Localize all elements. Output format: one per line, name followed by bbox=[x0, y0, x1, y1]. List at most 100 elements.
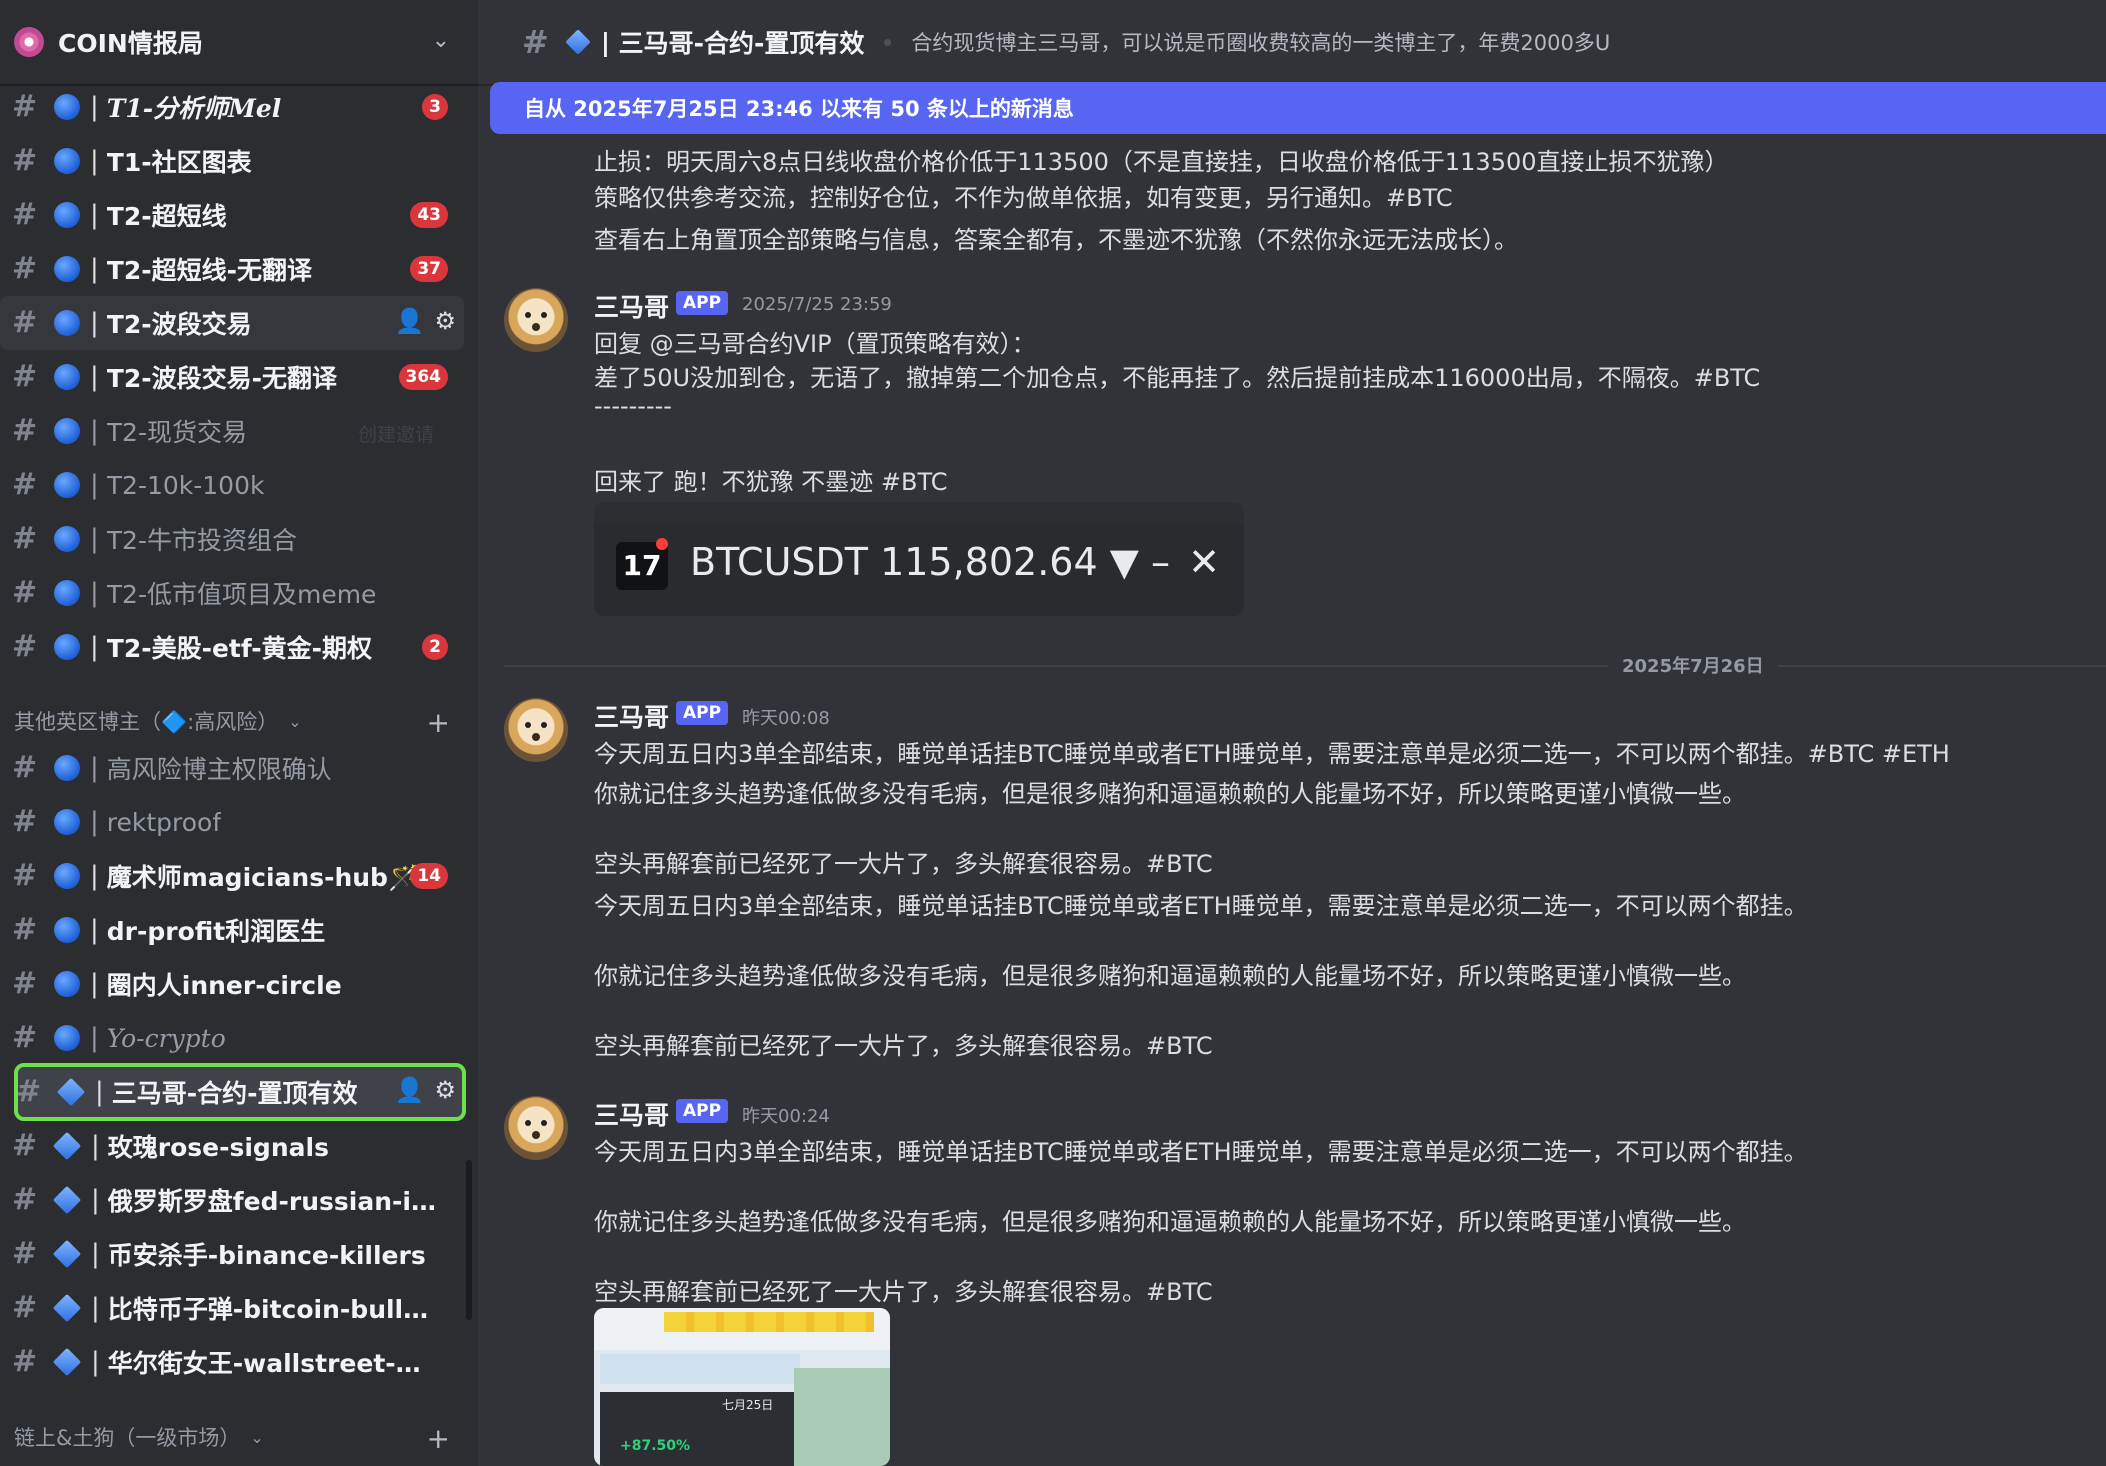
channel-item[interactable]: # | rektproof bbox=[0, 795, 464, 849]
blue-circle-icon bbox=[54, 364, 80, 390]
channel-item[interactable]: # | T2-美股-etf-黄金-期权 2 bbox=[0, 620, 464, 674]
message-line: 你就记住多头趋势逢低做多没有毛病，但是很多赌狗和逼逼赖赖的人能量场不好，所以策略… bbox=[594, 962, 1746, 990]
channel-title: 三马哥-合约-置顶有效 bbox=[618, 29, 865, 58]
channel-name: T2-波段交易 bbox=[106, 310, 252, 339]
avatar[interactable] bbox=[504, 1096, 568, 1160]
message-line: 止损：明天周六8点日线收盘价格价低于113500（不是直接挂，日收盘价格低于11… bbox=[594, 148, 1729, 176]
channel-item[interactable]: # | T2-低市值项目及meme bbox=[0, 566, 464, 620]
channel-item[interactable]: # | 魔术师magicians-hub🪄 14 bbox=[0, 849, 464, 903]
hashtag-icon: # bbox=[12, 521, 38, 556]
channel-item[interactable]: # | 玫瑰rose-signals bbox=[0, 1119, 464, 1173]
date-divider bbox=[504, 665, 2106, 667]
blue-circle-icon bbox=[54, 148, 80, 174]
chat-area: # | 三马哥-合约-置顶有效 合约现货博主三马哥，可以说是币圈收费较高的一类博… bbox=[478, 0, 2106, 1466]
avatar[interactable] bbox=[504, 698, 568, 762]
hashtag-icon: # bbox=[12, 804, 38, 839]
message-line: 你就记住多头趋势逢低做多没有毛病，但是很多赌狗和逼逼赖赖的人能量场不好，所以策略… bbox=[594, 1208, 1746, 1236]
hashtag-icon: # bbox=[12, 629, 38, 664]
channel-item-selected[interactable]: # | 三马哥-合约-置顶有效 👤 ⚙ bbox=[14, 1063, 466, 1121]
hashtag-icon: # bbox=[12, 413, 38, 448]
channel-item[interactable]: # | T2-10k-100k bbox=[0, 458, 464, 512]
screenshot-attachment[interactable]: 七月25日 +87.50% bbox=[594, 1308, 890, 1466]
add-channel-icon[interactable]: + bbox=[427, 1422, 450, 1455]
app-tag: APP bbox=[676, 291, 729, 315]
message-line: 今天周五日内3单全部结束，睡觉单话挂BTC睡觉单或者ETH睡觉单，需要注意单是必… bbox=[594, 1138, 1808, 1166]
channel-name: T2-牛市投资组合 bbox=[106, 526, 297, 555]
channel-item[interactable]: # | T1-分析师Mel 3 bbox=[0, 80, 464, 134]
channel-item[interactable]: # | T2-现货交易 创建邀请 bbox=[0, 404, 464, 458]
invite-member-icon[interactable]: 👤 bbox=[395, 309, 425, 333]
new-messages-banner[interactable]: 自从 2025年7月25日 23:46 以来有 50 条以上的新消息 bbox=[490, 82, 2106, 134]
gear-icon[interactable]: ⚙ bbox=[434, 1078, 456, 1102]
invite-member-icon[interactable]: 👤 bbox=[395, 1078, 425, 1102]
blue-diamond-icon bbox=[52, 1185, 82, 1215]
channel-item[interactable]: # | dr-profit利润医生 bbox=[0, 903, 464, 957]
channel-item[interactable]: # | T2-牛市投资组合 bbox=[0, 512, 464, 566]
channel-item[interactable]: # | 华尔街女王-wallstreet-queen bbox=[0, 1335, 464, 1389]
message-author[interactable]: 三马哥 bbox=[594, 288, 669, 324]
channel-item[interactable]: # | T1-社区图表 bbox=[0, 134, 464, 188]
hashtag-icon: # bbox=[12, 1128, 38, 1163]
blue-circle-icon bbox=[54, 310, 80, 336]
channel-item[interactable]: # | T2-波段交易-无翻译 364 bbox=[0, 350, 464, 404]
message-timestamp: 昨天00:08 bbox=[742, 708, 830, 729]
channel-item[interactable]: # | 高风险博主权限确认 bbox=[0, 741, 464, 795]
channel-name: dr-profit利润医生 bbox=[106, 917, 326, 946]
sidebar-scrollbar[interactable] bbox=[466, 1160, 472, 1320]
message-timestamp: 2025/7/25 23:59 bbox=[742, 294, 892, 315]
channel-item[interactable]: # | T2-超短线-无翻译 37 bbox=[0, 242, 464, 296]
channel-name: T2-现货交易 bbox=[106, 418, 247, 447]
hashtag-icon: # bbox=[12, 1020, 38, 1055]
server-header[interactable]: COIN情报局 ⌄ bbox=[0, 0, 478, 86]
avatar[interactable] bbox=[504, 288, 568, 352]
message-line: 回复 @三马哥合约VIP（置顶策略有效）： bbox=[594, 330, 1036, 358]
message-author[interactable]: 三马哥 bbox=[594, 1096, 669, 1132]
blue-diamond-icon bbox=[52, 1239, 82, 1269]
chevron-down-icon: ⌄ bbox=[288, 711, 302, 731]
channel-name: rektproof bbox=[106, 807, 222, 837]
price-embed-image[interactable]: 17 BTCUSDT 115,802.64 ▼ – ✕ bbox=[594, 502, 1244, 616]
channel-item[interactable]: # | 比特币子弹-bitcoin-bullets bbox=[0, 1281, 464, 1335]
hashtag-icon: # bbox=[12, 966, 38, 1001]
hashtag-icon: # bbox=[12, 251, 38, 286]
channel-item[interactable]: # | 币安杀手-binance-killers bbox=[0, 1227, 464, 1281]
channel-item[interactable]: # | T2-波段交易 👤 ⚙ bbox=[0, 296, 464, 350]
channel-sidebar: COIN情报局 ⌄ # | T1-分析师Mel 3 # | T1-社区图表 # … bbox=[0, 0, 478, 1466]
message-line: 今天周五日内3单全部结束，睡觉单话挂BTC睡觉单或者ETH睡觉单，需要注意单是必… bbox=[594, 740, 1950, 768]
channel-name: 币安杀手-binance-killers bbox=[107, 1241, 426, 1270]
hashtag-icon: # bbox=[12, 1290, 38, 1325]
category-header[interactable]: 链上&土狗（一级市场） ⌄ + bbox=[0, 1410, 478, 1464]
channel-name: 比特币子弹-bitcoin-bullets bbox=[107, 1295, 438, 1324]
hashtag-icon: # bbox=[12, 575, 38, 610]
channel-name: 华尔街女王-wallstreet-queen bbox=[107, 1349, 438, 1378]
channel-name: T2-10k-100k bbox=[106, 470, 265, 500]
message-author[interactable]: 三马哥 bbox=[594, 698, 669, 734]
message-line: 差了50U没加到仓，无语了，撤掉第二个加仓点，不能再挂了。然后提前挂成本1160… bbox=[594, 364, 1761, 392]
blue-circle-icon bbox=[54, 94, 80, 120]
hashtag-icon: # bbox=[12, 912, 38, 947]
hashtag-icon: # bbox=[12, 359, 38, 394]
blue-circle-icon bbox=[54, 202, 80, 228]
channel-item[interactable]: # | 圈内人inner-circle bbox=[0, 957, 464, 1011]
hashtag-icon: # bbox=[12, 750, 38, 785]
channel-item[interactable]: # | T2-超短线 43 bbox=[0, 188, 464, 242]
blue-circle-icon bbox=[54, 971, 80, 997]
blue-circle-icon bbox=[54, 809, 80, 835]
channel-topic[interactable]: 合约现货博主三马哥，可以说是币圈收费较高的一类博主了，年费2000多U bbox=[911, 27, 1610, 57]
message-timestamp: 昨天00:24 bbox=[742, 1106, 830, 1127]
chevron-down-icon[interactable]: ⌄ bbox=[432, 28, 450, 53]
add-channel-icon[interactable]: + bbox=[427, 706, 450, 739]
blue-diamond-icon bbox=[52, 1131, 82, 1161]
gear-icon[interactable]: ⚙ bbox=[434, 309, 456, 333]
category-name: 链上&土狗（一级市场） bbox=[14, 1426, 241, 1450]
app-tag: APP bbox=[676, 1099, 729, 1123]
hashtag-icon: # bbox=[12, 858, 38, 893]
category-header[interactable]: 其他英区博主（🔷:高风险） ⌄ + bbox=[0, 694, 478, 748]
channel-name: 俄罗斯罗盘fed-russian-insi... bbox=[107, 1187, 438, 1216]
category-name: 其他英区博主（🔷:高风险） bbox=[14, 710, 279, 734]
channel-item[interactable]: # | 俄罗斯罗盘fed-russian-insi... bbox=[0, 1173, 464, 1227]
channel-name: T2-美股-etf-黄金-期权 bbox=[106, 634, 373, 663]
channel-item[interactable]: # | Yo-crypto bbox=[0, 1011, 464, 1065]
new-messages-text: 自从 2025年7月25日 23:46 以来有 50 条以上的新消息 bbox=[524, 97, 1074, 121]
hashtag-icon: # bbox=[12, 1344, 38, 1379]
